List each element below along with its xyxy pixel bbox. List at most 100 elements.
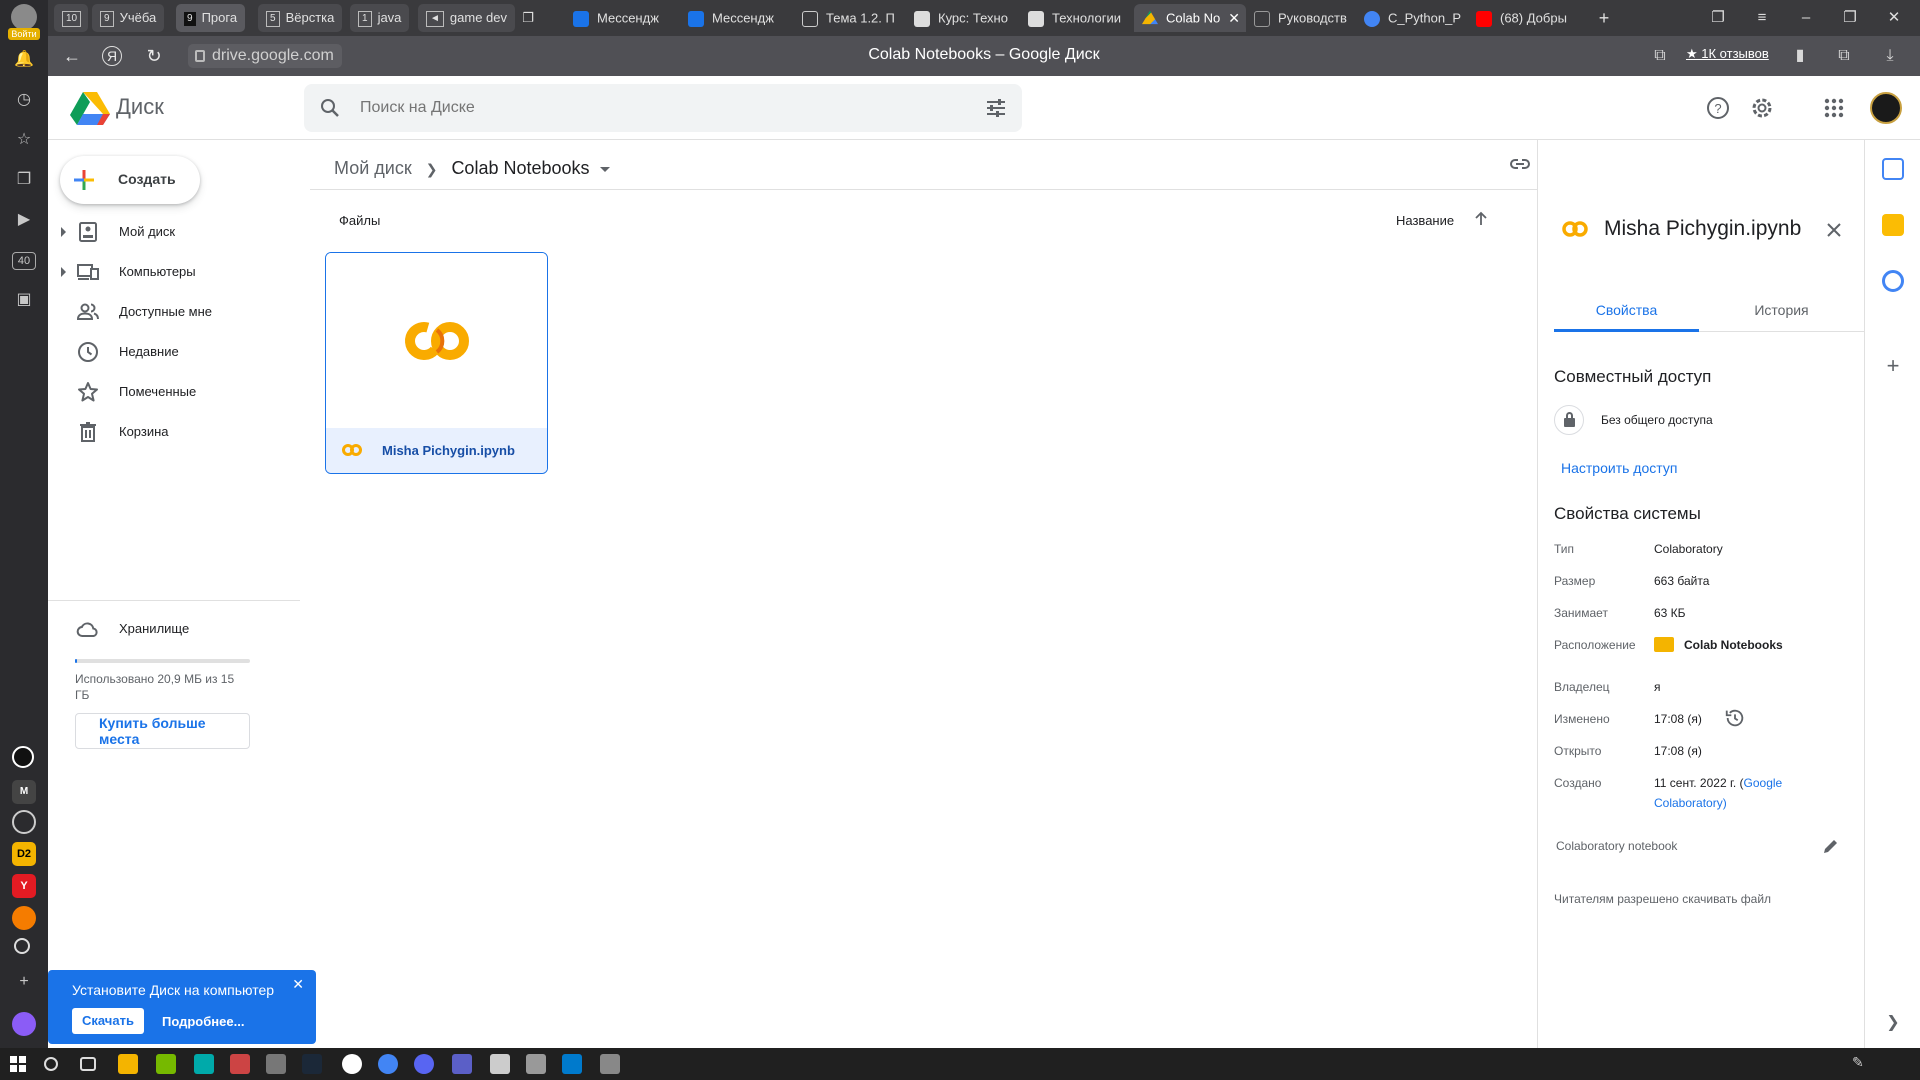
minimize-button[interactable]: – [1786,0,1826,36]
apps-grid-icon[interactable] [1820,94,1848,122]
version-history-icon[interactable] [1724,707,1746,729]
browser-menu-icon[interactable]: ≡ [1742,0,1782,36]
expand-panel-chevron-icon[interactable]: ❯ [1882,1012,1904,1034]
tasks-icon[interactable] [1882,270,1904,292]
yandex-browser-icon[interactable] [342,1054,362,1074]
nav-item-trash[interactable]: Корзина [48,416,298,448]
settings-gear-icon[interactable] [1748,94,1776,122]
star-icon[interactable]: ☆ [12,128,36,152]
d2-app-icon[interactable]: D2 [12,842,36,866]
create-button[interactable]: Создать [60,156,200,204]
vscode-icon[interactable] [562,1054,582,1074]
nav-item-shared[interactable]: Доступные мне [48,296,298,328]
learn-more-link[interactable]: Подробнее... [162,1014,244,1029]
download-button[interactable]: Скачать [72,1008,144,1034]
drive-app-name[interactable]: Диск [116,94,164,120]
tab-group-study[interactable]: 9 Учёба [92,4,165,32]
edit-pencil-icon[interactable] [1821,836,1841,856]
download-icon[interactable]: ⤓ [1878,44,1902,68]
counter-badge[interactable]: 40 [12,252,36,270]
tab-group-layout[interactable]: 5 Вёрстка [258,4,343,32]
teams-icon[interactable] [452,1054,472,1074]
nav-item-recent[interactable]: Недавние [48,336,298,368]
tab-guide[interactable]: Руководств [1254,4,1352,32]
buy-storage-button[interactable]: Купить больше места [75,713,250,749]
tab-group-proga[interactable]: 9 Прога [176,4,246,32]
add-addon-icon[interactable]: + [1882,355,1904,378]
tab-colab-active[interactable]: Colab No ✕ [1134,4,1246,32]
tab-properties[interactable]: Свойства [1554,288,1699,332]
history-icon[interactable]: ◷ [12,88,36,112]
folder-menu-dropdown-icon[interactable] [599,166,610,172]
breadcrumb-root[interactable]: Мой диск [334,158,412,178]
chrome-icon[interactable] [378,1054,398,1074]
tab-course[interactable]: Курс: Техно [914,4,1014,32]
search-icon[interactable] [44,1057,58,1071]
file-description[interactable]: Colaboratory notebook [1556,839,1677,853]
alice-icon[interactable] [12,1012,36,1036]
location-folder-link[interactable]: Colab Notebooks [1654,635,1834,655]
tab-python[interactable]: C_Python_P [1364,4,1462,32]
breadcrumb-current[interactable]: Colab Notebooks [451,158,589,178]
unity-icon[interactable] [490,1054,510,1074]
drive-logo-icon[interactable] [70,90,110,126]
maximize-button[interactable]: ❐ [1830,0,1870,36]
collections-icon[interactable]: ⧉ [1832,44,1856,68]
close-window-button[interactable]: ✕ [1874,0,1914,36]
help-icon[interactable]: ? [1704,94,1732,122]
tabs-menu-icon[interactable]: ❐ [1698,0,1738,36]
tab-topic[interactable]: Тема 1.2. П [802,4,898,32]
calendar-icon[interactable] [1882,158,1904,180]
yandex-app-icon[interactable]: Y [12,874,36,898]
mail-app-icon[interactable]: M [12,780,36,804]
get-link-icon[interactable] [1508,152,1532,176]
new-group-icon[interactable]: ❐ [516,4,540,32]
new-tab-button[interactable]: + [1592,4,1616,32]
reviews-link[interactable]: ★ 1К отзывов [1686,46,1769,62]
close-details-icon[interactable] [1824,220,1844,240]
expand-arrow-icon[interactable] [61,267,66,277]
windows-start-icon[interactable] [10,1056,26,1072]
nav-item-storage[interactable]: Хранилище [48,613,298,645]
sort-by-name[interactable]: Название [1396,213,1454,228]
translate-icon[interactable]: ⧉ [1648,44,1672,68]
steam-icon[interactable] [302,1054,322,1074]
nav-item-starred[interactable]: Помеченные [48,376,298,408]
game-app-icon[interactable] [230,1054,250,1074]
account-avatar[interactable] [1870,92,1902,124]
pen-tray-icon[interactable]: ✎ [1852,1054,1872,1074]
tab-group-java[interactable]: 1 java [350,4,410,32]
nav-item-computers[interactable]: Компьютеры [48,256,298,288]
nvidia-icon[interactable] [156,1054,176,1074]
file-card[interactable]: Misha Pichygin.ipynb [325,252,548,474]
nav-item-my-drive[interactable]: Мой диск [48,216,298,248]
ok-app-icon[interactable] [12,906,36,930]
shield-app-icon[interactable] [194,1054,214,1074]
screenshot-icon[interactable]: ▣ [12,288,36,312]
discord-icon[interactable] [414,1054,434,1074]
tab-close-icon[interactable]: ✕ [1228,4,1240,32]
search-input[interactable] [360,96,920,120]
search-icon[interactable] [318,96,342,120]
tab-messenger-2[interactable]: Мессендж [688,4,780,32]
task-view-icon[interactable] [80,1057,96,1071]
media-icon[interactable]: ▶ [12,208,36,232]
manage-access-link[interactable]: Настроить доступ [1561,460,1677,476]
explorer-icon[interactable] [118,1054,138,1074]
tab-history[interactable]: История [1709,288,1854,332]
sort-ascending-arrow-icon[interactable] [1472,210,1490,228]
add-app-icon[interactable]: + [12,970,36,994]
tab-group-10[interactable]: 10 [54,4,88,32]
profile-button[interactable]: Войти [6,4,42,40]
tab-group-gamedev[interactable]: ◄ game dev [418,4,515,32]
expand-arrow-icon[interactable] [61,227,66,237]
photos-icon[interactable] [266,1054,286,1074]
tab-tech[interactable]: Технологии [1028,4,1128,32]
radar-icon[interactable] [12,810,36,834]
github-icon[interactable] [12,746,34,768]
toast-close-icon[interactable]: ✕ [292,976,304,993]
bell-icon[interactable]: 🔔 [12,48,36,72]
search-options-icon[interactable] [984,96,1008,120]
bookmark-icon[interactable]: ▮ [1788,44,1812,68]
app-icon[interactable] [526,1054,546,1074]
